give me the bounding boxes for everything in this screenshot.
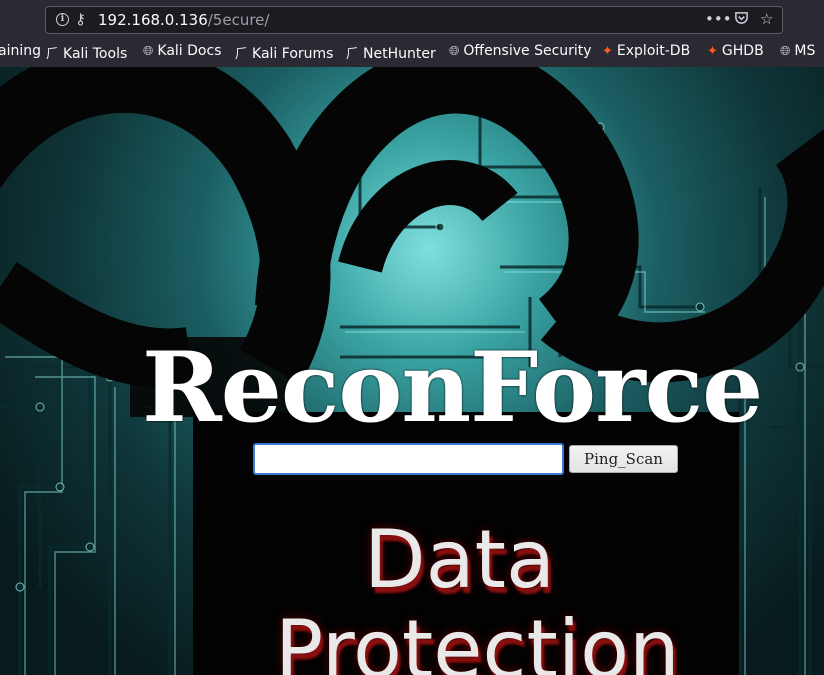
url-path: /5ecure/ <box>207 11 270 29</box>
globe-icon: 🌐︎ <box>449 44 460 59</box>
bookmark-exploit-db[interactable]: ✦ Exploit-DB <box>602 43 690 59</box>
bookmark-kali-tools[interactable]: ⺁ Kali Tools <box>46 43 127 62</box>
bookmarks-toolbar: aining ⺁ Kali Tools 🌐︎ Kali Docs ⺁ Kali For… <box>0 38 824 67</box>
bookmark-nethunter[interactable]: ⺁ NetHunter <box>346 43 436 62</box>
banner-word-protection: Protection <box>275 603 680 675</box>
info-icon[interactable]: i <box>56 13 69 26</box>
pocket-icon[interactable] <box>734 10 749 29</box>
globe-icon: 🌐︎ <box>780 44 791 59</box>
page-content: ReconForce Ping_Scan Data Protection <box>0 67 824 675</box>
bookmark-kali-docs[interactable]: 🌐︎ Kali Docs <box>143 43 222 59</box>
ip-address-input[interactable] <box>253 443 564 475</box>
more-icon[interactable]: ••• <box>705 10 732 28</box>
exploit-db-icon: ✦ <box>707 44 718 59</box>
kali-dragon-icon: ⺁ <box>346 47 360 62</box>
address-bar[interactable]: i ⚷ 192.168.0.136/5ecure/ ••• ☆ <box>45 6 783 34</box>
page-title: ReconForce <box>142 331 763 444</box>
bookmark-kali-forums[interactable]: ⺁ Kali Forums <box>235 43 333 62</box>
bookmark-msfu[interactable]: 🌐︎ MS <box>780 43 815 59</box>
browser-toolbar: i ⚷ 192.168.0.136/5ecure/ ••• ☆ <box>0 0 824 38</box>
globe-icon: 🌐︎ <box>143 44 154 59</box>
bookmark-offensive-security[interactable]: 🌐︎ Offensive Security <box>449 43 592 59</box>
kali-dragon-icon: ⺁ <box>235 47 249 62</box>
bookmark-ghdb[interactable]: ✦ GHDB <box>707 43 764 59</box>
url-text[interactable]: 192.168.0.136/5ecure/ <box>98 11 269 29</box>
ping-scan-button[interactable]: Ping_Scan <box>569 445 678 473</box>
kali-dragon-icon: ⺁ <box>46 47 60 62</box>
key-icon[interactable]: ⚷ <box>75 10 86 28</box>
exploit-db-icon: ✦ <box>602 44 613 59</box>
star-icon[interactable]: ☆ <box>760 10 773 28</box>
bookmark-training[interactable]: aining <box>0 43 41 59</box>
banner-word-data: Data <box>364 513 556 606</box>
